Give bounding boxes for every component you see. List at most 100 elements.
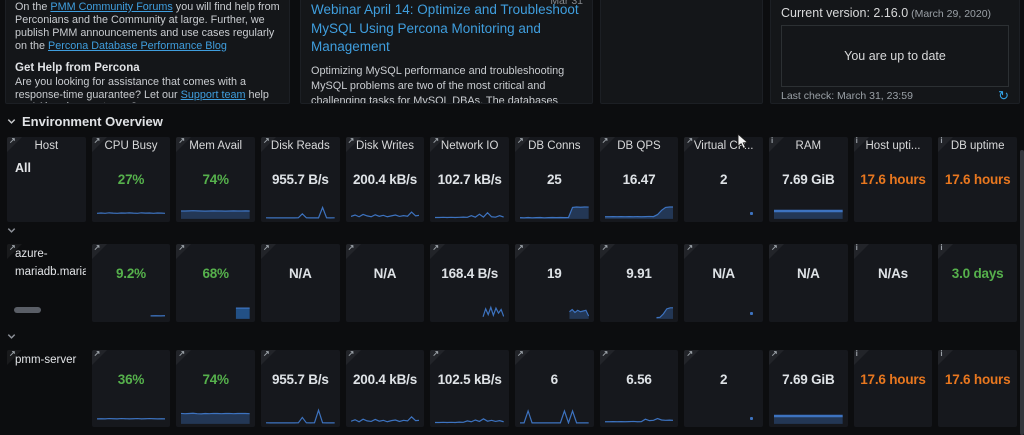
external-link-icon[interactable]: ↗ (94, 244, 101, 253)
host-panel: ↗pmm-server (7, 350, 86, 427)
sparkline-area (774, 303, 843, 319)
external-link-icon[interactable]: ↗ (178, 244, 185, 253)
current-version: Current version: 2.16.0 (March 29, 2020) (781, 6, 1009, 20)
external-link-icon[interactable]: ↗ (686, 137, 693, 146)
external-link-icon[interactable]: ↗ (94, 137, 101, 146)
sparkline-area (859, 203, 928, 219)
info-icon[interactable]: i (771, 137, 773, 146)
metric-panel-disk-reads: ↗955.7 B/s (261, 350, 340, 427)
sparkline (97, 303, 166, 319)
row-environment-overview[interactable]: Environment Overview (6, 114, 163, 129)
external-link-icon[interactable]: ↗ (602, 137, 609, 146)
external-link-icon[interactable]: ↗ (9, 137, 16, 146)
external-link-icon[interactable]: ↗ (686, 244, 693, 253)
info-icon[interactable]: i (856, 244, 858, 253)
metric-value: 7.69 GiB (769, 156, 848, 203)
refresh-icon[interactable]: ↻ (998, 90, 1009, 102)
metrics-row-azure-mariadb: ↗azure-mariadb.mariad↗9.2%↗68%↗N/A↗N/A↗1… (0, 244, 1024, 322)
sparkline (351, 203, 420, 219)
sparkline-area (351, 203, 420, 219)
metric-panel-db-uptime: i17.6 hours (938, 350, 1017, 427)
external-link-icon[interactable]: ↗ (9, 350, 16, 359)
pmm-update-panel: Current version: 2.16.0 (March 29, 2020)… (770, 0, 1020, 104)
metric-panel-virtual-cp: ↗2 (684, 350, 763, 427)
metric-panel-network-io: ↗168.4 B/s (430, 244, 509, 322)
metric-panel-db-conns: ↗6 (515, 350, 594, 427)
external-link-icon[interactable]: ↗ (263, 350, 270, 359)
host-panel: ↗azure-mariadb.mariad (7, 244, 86, 322)
sparkline-area (97, 303, 166, 319)
external-link-icon[interactable]: ↗ (9, 244, 16, 253)
sparkline-area (943, 408, 1012, 424)
metric-panel-cpu-busy: ↗9.2% (92, 244, 171, 322)
external-link-icon[interactable]: ↗ (178, 137, 185, 146)
row-toggle-3[interactable] (6, 329, 17, 347)
info-icon[interactable]: i (856, 350, 858, 359)
empty-panel (600, 0, 763, 104)
sparkline (520, 303, 589, 319)
external-link-icon[interactable]: ↗ (94, 350, 101, 359)
external-link-icon[interactable]: ↗ (348, 137, 355, 146)
info-icon[interactable]: i (940, 244, 942, 253)
info-icon[interactable]: i (856, 137, 858, 146)
last-check-label: Last check: March 31, 23:59 (781, 90, 913, 102)
sparkline-area (859, 408, 928, 424)
metric-panel-mem-avail: ↗74% (176, 350, 255, 427)
external-link-icon[interactable]: ↗ (771, 244, 778, 253)
external-link-icon[interactable]: ↗ (178, 350, 185, 359)
vertical-scrollbar[interactable] (1020, 150, 1024, 435)
info-icon[interactable]: i (940, 350, 942, 359)
sparkline (774, 408, 843, 424)
metric-value: 102.7 kB/s (430, 156, 509, 203)
host-name: mariadb.mariad (7, 262, 86, 280)
news-date: Mar 31 (550, 0, 583, 7)
external-link-icon[interactable]: ↗ (348, 244, 355, 253)
metric-value: 16.47 (600, 156, 679, 203)
external-link-icon[interactable]: ↗ (263, 137, 270, 146)
metric-panel-cpu-busy: ↗36% (92, 350, 171, 427)
webinar-title-link[interactable]: Webinar April 14: Optimize and Troublesh… (311, 1, 582, 57)
external-link-icon[interactable]: ↗ (432, 244, 439, 253)
metric-value: 25 (515, 156, 594, 203)
text-link[interactable]: Support team (181, 89, 246, 101)
sparkline (266, 203, 335, 219)
sparkline (520, 408, 589, 424)
external-link-icon[interactable]: ↗ (432, 137, 439, 146)
host-scroll-pill[interactable] (14, 307, 41, 313)
text-link[interactable]: Percona Database Performance Blog (48, 40, 227, 52)
external-link-icon[interactable]: ↗ (348, 350, 355, 359)
webinar-body: Optimizing MySQL performance and trouble… (311, 64, 582, 105)
metric-value: 2 (684, 156, 763, 203)
sparkline-area (266, 303, 335, 319)
metric-value: 17.6 hours (854, 156, 933, 203)
metric-panel-db-qps: ↗6.56 (600, 350, 679, 427)
sparkline-area (181, 408, 250, 424)
sparkline-area (605, 303, 674, 319)
info-icon[interactable]: i (940, 137, 942, 146)
external-link-icon[interactable]: ↗ (432, 350, 439, 359)
external-link-icon[interactable]: ↗ (517, 350, 524, 359)
sparkline-area (266, 408, 335, 424)
section-title: Environment Overview (22, 114, 163, 129)
text-run: On the (15, 1, 50, 13)
text-link[interactable]: PMM Community Forums (50, 1, 172, 13)
external-link-icon[interactable]: ↗ (517, 244, 524, 253)
sparkline-area (605, 203, 674, 219)
external-link-icon[interactable]: ↗ (602, 350, 609, 359)
sparkline-area (435, 408, 504, 424)
external-link-icon[interactable]: ↗ (771, 350, 778, 359)
sparkline-area (520, 203, 589, 219)
metric-panel-db-uptime: i3.0 days (938, 244, 1017, 322)
external-link-icon[interactable]: ↗ (602, 244, 609, 253)
host-panel: ↗HostAll (7, 137, 86, 222)
get-help-heading: Get Help from Percona (15, 62, 280, 74)
sparkline (181, 303, 250, 319)
community-paragraph-1: On the PMM Community Forums you will fin… (15, 1, 280, 53)
external-link-icon[interactable]: ↗ (263, 244, 270, 253)
external-link-icon[interactable]: ↗ (686, 350, 693, 359)
metrics-row-all: ↗HostAll↗CPU Busy27%↗Mem Avail74%↗Disk R… (0, 137, 1024, 222)
sparkline-area (181, 203, 250, 219)
external-link-icon[interactable]: ↗ (517, 137, 524, 146)
metric-value: 955.7 B/s (261, 156, 340, 203)
row-toggle-2[interactable] (6, 223, 17, 241)
